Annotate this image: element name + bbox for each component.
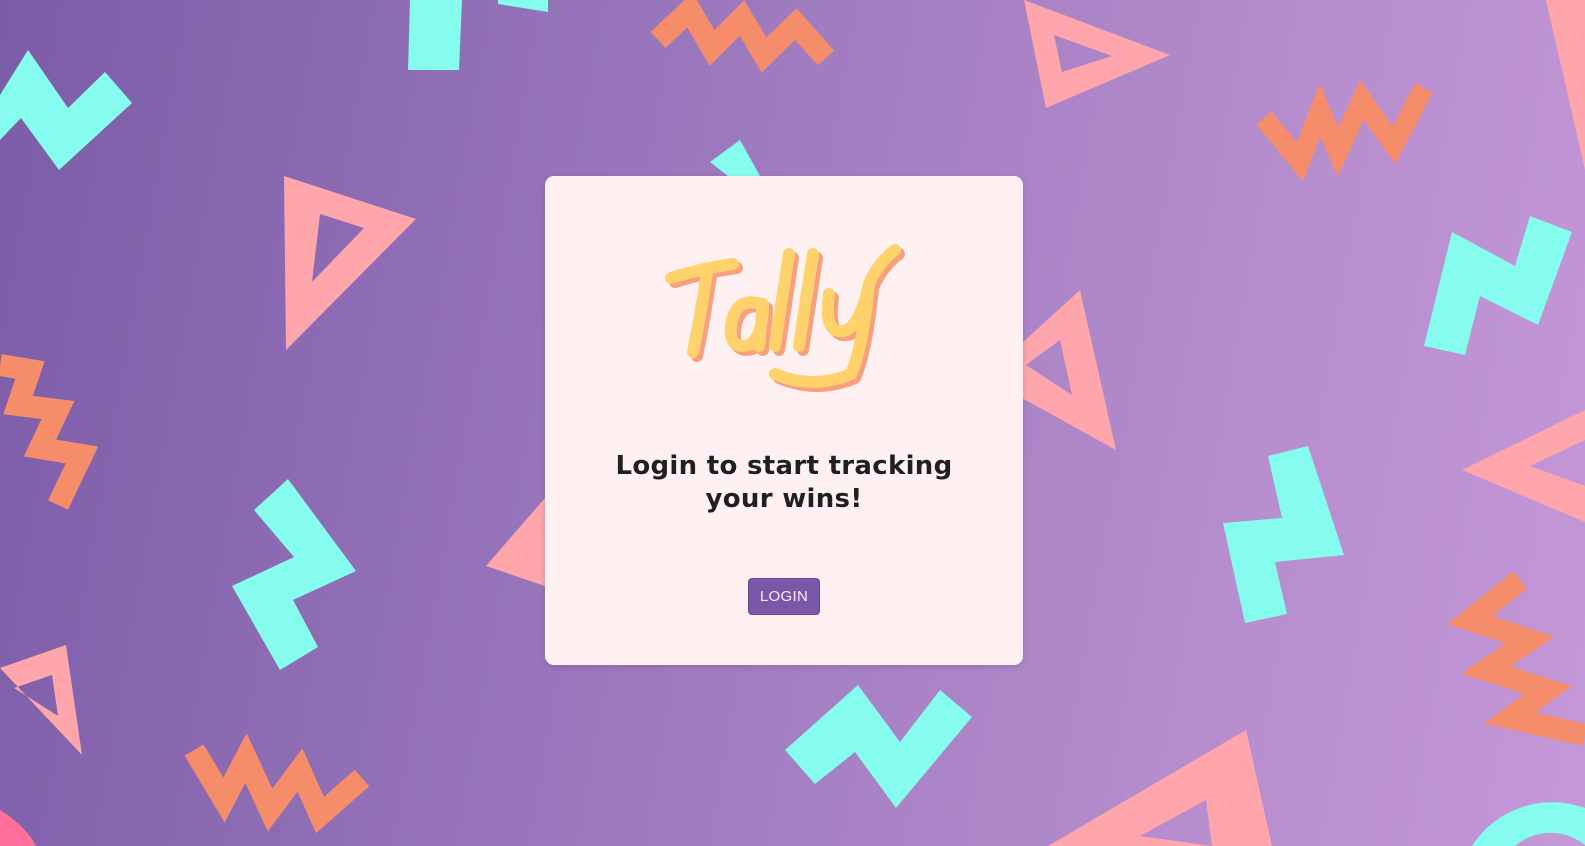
orange-zigzag-shape <box>0 354 99 510</box>
pink-triangle-shape <box>1462 410 1585 522</box>
orange-zigzag-shape <box>1256 80 1433 182</box>
login-card: Login to start tracking your wins! LOGIN <box>545 176 1023 665</box>
pink-blob-shape <box>0 810 36 846</box>
pink-triangle-shape <box>284 176 416 350</box>
login-button[interactable]: LOGIN <box>748 578 820 615</box>
aqua-block-shape <box>408 0 462 70</box>
aqua-bolt-shape <box>710 140 760 176</box>
pink-triangle-shape <box>1048 730 1272 846</box>
aqua-bolt-shape <box>232 479 356 670</box>
aqua-bolt-shape <box>1223 446 1344 623</box>
aqua-bolt-shape <box>1424 216 1572 355</box>
orange-zigzag-shape <box>184 733 370 834</box>
orange-zigzag-shape <box>650 0 835 73</box>
orange-zigzag-shape <box>1447 571 1585 746</box>
pink-triangle-shape <box>0 645 82 755</box>
aqua-bolt-shape <box>0 50 132 170</box>
login-headline: Login to start tracking your wins! <box>615 451 953 514</box>
pink-triangle-shape <box>486 498 545 586</box>
aqua-bolt-shape <box>785 685 972 808</box>
pink-triangle-shape <box>1546 0 1585 170</box>
tally-logo <box>665 244 905 392</box>
pink-triangle-shape <box>1024 0 1170 108</box>
pink-triangle-shape <box>1020 290 1116 450</box>
aqua-ring-shape <box>1472 802 1585 846</box>
aqua-block-shape <box>498 0 548 12</box>
